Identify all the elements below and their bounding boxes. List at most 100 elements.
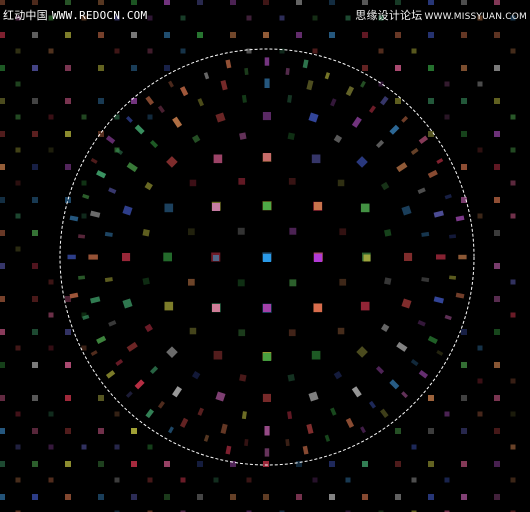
pixel-dot — [180, 477, 186, 483]
pixel-dot — [32, 263, 38, 269]
pixel-dot — [48, 147, 54, 153]
pixel-dot — [179, 86, 189, 97]
pixel-dot — [330, 407, 337, 416]
pixel-dot — [333, 134, 343, 144]
pixel-dot — [230, 32, 236, 38]
pixel-dot — [389, 124, 400, 135]
pixel-dot — [225, 59, 232, 69]
pixel-dot — [461, 461, 467, 467]
pixel-dot — [389, 379, 400, 390]
pixel-dot — [0, 263, 5, 269]
pixel-dot — [455, 292, 465, 299]
pixel-dot — [88, 254, 98, 260]
pixel-dot — [296, 32, 302, 38]
pixel-dot — [65, 197, 71, 203]
pixel-dot — [264, 448, 270, 457]
pixel-dot — [98, 32, 104, 38]
pixel-dot — [134, 124, 145, 135]
pixel-dot — [345, 15, 351, 21]
pixel-dot — [65, 65, 71, 71]
pixel-dot — [339, 228, 347, 236]
pixel-dot — [213, 255, 219, 261]
pixel-dot — [203, 72, 210, 80]
pixel-dot — [142, 229, 150, 237]
watermark-right-url: WWW.MISSYUAN.COM — [424, 12, 527, 22]
pixel-dot — [149, 365, 159, 375]
pixel-dot — [375, 139, 385, 149]
pixel-dot — [147, 48, 153, 54]
pixel-dot — [461, 0, 467, 5]
pixel-dot — [241, 411, 247, 420]
pixel-dot — [0, 32, 5, 38]
pixel-dot — [65, 362, 71, 368]
pixel-dot — [131, 461, 137, 467]
pixel-dot — [329, 0, 335, 5]
pixel-dot — [164, 32, 170, 38]
pixel-dot — [308, 391, 319, 402]
pixel-dot — [32, 164, 38, 170]
pixel-dot — [213, 154, 223, 164]
pixel-dot — [449, 275, 457, 280]
pixel-dot — [494, 296, 500, 302]
pixel-dot — [98, 395, 104, 401]
pixel-dot — [0, 65, 5, 71]
pixel-dot — [510, 411, 516, 417]
pixel-dot — [428, 65, 434, 71]
pixel-dot — [444, 81, 450, 87]
pixel-dot — [263, 254, 271, 262]
pixel-dot — [197, 407, 204, 416]
pixel-dot — [314, 202, 322, 210]
pixel-dot — [461, 329, 467, 335]
image-canvas[interactable] — [0, 0, 530, 512]
pixel-dot — [375, 365, 385, 375]
pixel-dot — [81, 444, 87, 450]
pixel-dot — [263, 353, 271, 361]
pixel-dot — [65, 32, 71, 38]
pixel-dot — [312, 48, 318, 54]
pixel-dot — [157, 105, 165, 114]
pixel-dot — [147, 444, 153, 450]
pixel-dot — [180, 48, 186, 54]
pixel-dot — [311, 154, 321, 164]
pixel-dot — [288, 329, 296, 337]
pixel-dot — [356, 346, 368, 358]
pixel-dot — [263, 0, 269, 5]
pixel-dot — [220, 80, 228, 91]
pixel-dot — [145, 408, 155, 419]
pixel-dot — [510, 444, 516, 450]
pixel-dot — [15, 114, 21, 120]
pixel-dot — [360, 80, 366, 88]
pixel-dot — [164, 461, 170, 467]
pixel-dot — [15, 180, 21, 186]
pixel-dot — [477, 147, 483, 153]
pixel-dot — [396, 162, 408, 173]
pixel-dot — [48, 444, 54, 450]
pixel-dot — [395, 428, 401, 434]
pixel-dot — [81, 114, 87, 120]
pixel-dot — [104, 277, 113, 283]
pixel-dot — [213, 477, 219, 483]
pixel-dot — [287, 132, 295, 140]
pixel-dot — [105, 370, 116, 379]
pixel-dot — [360, 426, 366, 434]
pixel-dot — [418, 369, 429, 379]
pixel-dot — [427, 335, 438, 345]
pixel-dot — [115, 358, 124, 366]
pixel-dot — [329, 32, 335, 38]
pixel-dot — [302, 445, 309, 455]
pixel-dot — [494, 263, 500, 269]
pixel-dot — [98, 428, 104, 434]
watermark-missyuan: 思缘设计论坛 WWW.MISSYUAN.COM — [355, 9, 527, 24]
pixel-dot — [287, 94, 293, 103]
pixel-dot — [15, 147, 21, 153]
pixel-dot — [264, 426, 270, 436]
pixel-dot — [32, 428, 38, 434]
pixel-dot — [384, 229, 392, 237]
pixel-dot — [444, 114, 450, 120]
pixel-dot — [147, 114, 153, 120]
pixel-dot — [461, 164, 467, 170]
pixel-dot — [461, 65, 467, 71]
pixel-dot — [122, 298, 133, 309]
pixel-dot — [32, 461, 38, 467]
pixel-dot — [433, 296, 444, 304]
